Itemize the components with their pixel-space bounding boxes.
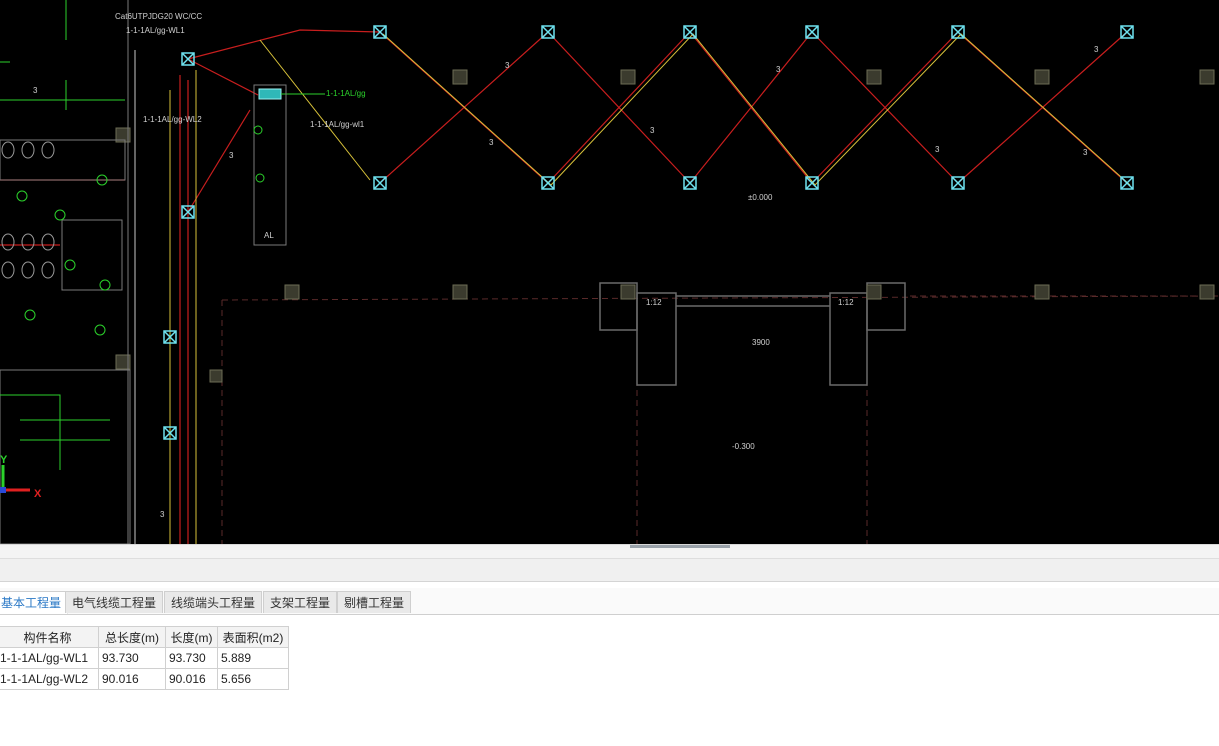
cad-text-group: Cat6UTPJDG20 WC/CC 1-1-1AL/gg 1-1-1AL/gg… [33,12,1099,519]
quantity-tab-bar: 基本工程量 电气线缆工程量 线缆端头工程量 支架工程量 剔槽工程量 [0,588,1219,615]
wall-outline-group [221,295,1219,544]
tab-cable-terminal-quantity[interactable]: 线缆端头工程量 [164,591,263,613]
fixture-icon [1120,176,1134,190]
cell-surface-area[interactable]: 5.656 [217,668,289,690]
cad-count-10: 3 [33,86,38,95]
axis-y-label: Y [0,454,8,466]
tab-basic-quantity[interactable]: 基本工程量 [0,591,69,614]
cad-ramp-b: 1:12 [838,298,854,307]
table-header-row: 构件名称 总长度(m) 长度(m) 表面积(m2) [0,626,289,648]
cad-elevation-zero: ±0.000 [748,193,773,202]
cad-count-2: 3 [489,138,494,147]
table-row[interactable]: 1-1-1AL/gg-WL1 93.730 93.730 5.889 [0,647,289,669]
fixture-icon [805,176,819,190]
fixture-icon [541,25,555,39]
cad-label-wl-b: 1-1-1AL/gg-WL2 [143,115,202,124]
column-header-name[interactable]: 构件名称 [0,626,99,648]
fixture-icon [951,176,965,190]
fixture-icon [1120,25,1134,39]
fixture-icon [951,25,965,39]
cell-surface-area[interactable]: 5.889 [217,647,289,669]
wire-red-group [0,29,1128,544]
cad-ramp-a: 1:12 [646,298,662,307]
cad-count-4: 3 [776,65,781,74]
cad-count-8: 3 [229,151,234,160]
axis-x-label: X [34,488,42,500]
wire-yellow-group [169,33,1131,544]
cad-label-wl-a: 1-1-1AL/gg [326,89,366,98]
toolbar-strip [0,548,1219,559]
axis-indicator: Y X [0,454,42,500]
tab-slotting-quantity[interactable]: 剔槽工程量 [337,591,412,613]
cad-top-note: Cat6UTPJDG20 WC/CC [115,12,202,21]
cell-total-length[interactable]: 90.016 [98,668,166,690]
cell-length[interactable]: 90.016 [165,668,218,690]
table-row[interactable]: 1-1-1AL/gg-WL2 90.016 90.016 5.656 [0,668,289,690]
cell-length[interactable]: 93.730 [165,647,218,669]
cad-label-wl-d: 1-1-1AL/gg-wl1 [310,120,365,129]
cad-room-label: AL [264,231,274,240]
cad-count-1: 3 [505,61,510,70]
fixture-icon [181,52,195,66]
cad-label-wl-c: 1-1-1AL/gg-WL1 [126,26,185,35]
cad-dimension: 3900 [752,338,770,347]
column-header-length[interactable]: 长度(m) [165,626,218,648]
plan-clutter-group [0,0,287,544]
cell-total-length[interactable]: 93.730 [98,647,166,669]
green-fixture-group [0,0,265,470]
cad-count-6: 3 [1094,45,1099,54]
fixture-icon [373,176,387,190]
tab-cable-quantity[interactable]: 电气线缆工程量 [65,591,164,613]
cad-count-9: 3 [160,510,165,519]
column-group [115,69,1215,383]
cad-count-5: 3 [935,145,940,154]
cad-drawing-viewport[interactable]: Cat6UTPJDG20 WC/CC 1-1-1AL/gg 1-1-1AL/gg… [0,0,1219,544]
fixture-group [163,25,1134,440]
quantity-table: 构件名称 总长度(m) 长度(m) 表面积(m2) 1-1-1AL/gg-WL1… [0,626,289,690]
distribution-box-icon [258,88,282,100]
toolbar-row [0,559,1219,582]
column-header-total-length[interactable]: 总长度(m) [98,626,166,648]
fixture-icon [805,25,819,39]
cad-count-7: 3 [1083,148,1088,157]
tab-bracket-quantity[interactable]: 支架工程量 [263,591,338,613]
cell-name[interactable]: 1-1-1AL/gg-WL1 [0,647,99,669]
cell-name[interactable]: 1-1-1AL/gg-WL2 [0,668,99,690]
fixture-icon [683,25,697,39]
cad-elevation-neg: -0.300 [732,442,755,451]
column-header-surface-area[interactable]: 表面积(m2) [217,626,289,648]
cad-drawing-canvas[interactable]: Cat6UTPJDG20 WC/CC 1-1-1AL/gg 1-1-1AL/gg… [0,0,1219,544]
toilet-fixture-group [1,141,55,279]
cad-count-3: 3 [650,126,655,135]
fixture-icon [683,176,697,190]
